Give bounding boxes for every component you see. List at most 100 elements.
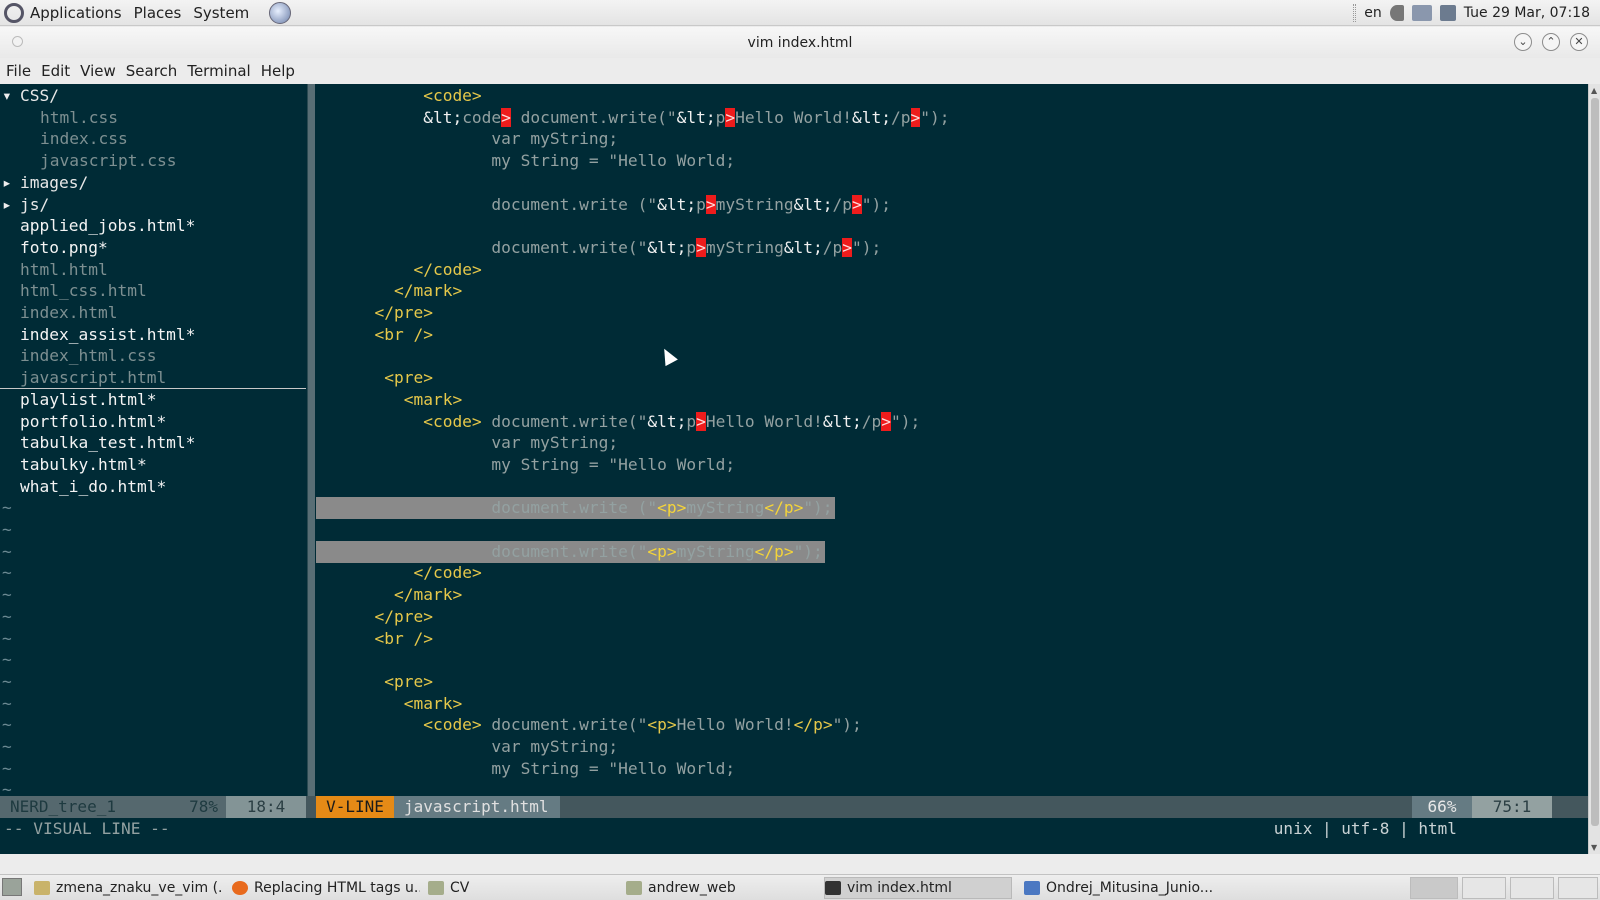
tree-file-item[interactable]: index_html.css (0, 345, 306, 367)
web-browser-launcher-icon[interactable] (269, 1, 292, 24)
html-tag-token: </mark> (393, 281, 463, 301)
battery-icon[interactable] (1439, 5, 1456, 21)
menu-help[interactable]: Help (261, 62, 295, 80)
code-line[interactable]: </code> (316, 562, 1588, 584)
code-line[interactable]: var myString; (316, 432, 1588, 454)
code-line[interactable]: <mark> (316, 389, 1588, 411)
workspace-1[interactable] (1410, 877, 1458, 899)
distro-logo-icon[interactable] (4, 2, 24, 23)
tree-file-item[interactable]: portfolio.html* (0, 411, 306, 433)
menu-search[interactable]: Search (126, 62, 178, 80)
menu-system[interactable]: System (193, 4, 249, 22)
code-line[interactable]: document.write ("&lt;p>myString&lt;/p>")… (316, 194, 1588, 216)
code-line[interactable]: &lt;code> document.write("&lt;p>Hello Wo… (316, 107, 1588, 129)
scroll-down-icon[interactable]: ▼ (1591, 843, 1597, 852)
tree-file-item[interactable]: html.html (0, 259, 306, 281)
tree-file-item[interactable]: tabulky.html* (0, 454, 306, 476)
code-line[interactable] (316, 215, 1588, 237)
workspace-4[interactable] (1558, 877, 1598, 899)
keyboard-layout-indicator[interactable]: en (1364, 5, 1382, 21)
show-desktop-icon[interactable] (2, 878, 22, 896)
tree-file-item[interactable]: html.css (0, 107, 306, 129)
task-item[interactable]: zmena_znaku_ve_vim (... (34, 877, 224, 899)
tree-file-item[interactable]: javascript.html (0, 367, 306, 390)
window-menu-icon[interactable] (12, 36, 23, 47)
menu-applications[interactable]: Applications (30, 4, 122, 22)
code-line[interactable]: document.write("&lt;p>myString&lt;/p>"); (316, 237, 1588, 259)
task-label: andrew_web (648, 880, 736, 896)
tree-folder-item[interactable]: ▾ CSS/ (0, 85, 306, 107)
tree-file-item[interactable]: index_assist.html* (0, 324, 306, 346)
task-item[interactable]: andrew_web (626, 877, 806, 899)
tree-file-item[interactable]: what_i_do.html* (0, 476, 306, 498)
tree-file-item[interactable]: foto.png* (0, 237, 306, 259)
code-line[interactable] (316, 649, 1588, 671)
close-icon[interactable]: ✕ (1570, 33, 1588, 51)
window-split-bar[interactable] (307, 84, 315, 796)
empty-line-marker: ~ (2, 585, 12, 605)
task-item-active[interactable]: vim index.html (824, 877, 1012, 899)
menu-edit[interactable]: Edit (41, 62, 70, 80)
tree-file-item[interactable]: index.css (0, 128, 306, 150)
tree-file-item[interactable]: javascript.css (0, 150, 306, 172)
code-line[interactable]: my String = "Hello World; (316, 150, 1588, 172)
window-titlebar[interactable]: vim index.html ⌄ ⌃ ✕ (0, 27, 1600, 58)
code-line[interactable]: <br /> (316, 628, 1588, 650)
task-item[interactable]: Replacing HTML tags u... (232, 877, 420, 899)
terminal-area[interactable]: ▾ CSS/html.css index.css javascript.css ▸ ima… (0, 84, 1588, 854)
code-line[interactable]: <mark> (316, 693, 1588, 715)
menu-file[interactable]: File (6, 62, 31, 80)
menu-terminal[interactable]: Terminal (187, 62, 250, 80)
tree-folder-item[interactable]: ▸ images/ (0, 172, 306, 194)
code-line[interactable]: <pre> (316, 367, 1588, 389)
code-line[interactable] (316, 172, 1588, 194)
network-icon[interactable] (1411, 5, 1432, 21)
tree-file-item[interactable]: index.html (0, 302, 306, 324)
minimize-icon[interactable]: ⌄ (1514, 33, 1532, 51)
code-line[interactable]: <code> document.write("&lt;p>Hello World… (316, 411, 1588, 433)
code-line[interactable]: my String = "Hello World; (316, 454, 1588, 476)
code-line[interactable]: <br /> (316, 324, 1588, 346)
code-line[interactable]: <code> (316, 85, 1588, 107)
code-line[interactable]: document.write ("<p>myString</p>"); (316, 497, 1588, 520)
tree-folder-item[interactable]: ▸ js/ (0, 194, 306, 216)
workspace-2[interactable] (1462, 877, 1506, 899)
code-line[interactable]: var myString; (316, 128, 1588, 150)
code-line[interactable]: </mark> (316, 280, 1588, 302)
code-line[interactable]: document.write("<p>myString</p>"); (316, 540, 1588, 563)
tree-file-item[interactable]: playlist.html* (0, 389, 306, 411)
menu-places[interactable]: Places (134, 4, 182, 22)
html-tag-token: </pre> (374, 606, 433, 626)
code-line[interactable] (316, 519, 1588, 541)
empty-line-marker: ~ (2, 650, 12, 670)
menu-view[interactable]: View (80, 62, 116, 80)
code-line[interactable] (316, 476, 1588, 498)
code-line[interactable]: </pre> (316, 302, 1588, 324)
volume-icon[interactable] (1389, 5, 1404, 21)
maximize-icon[interactable]: ⌃ (1542, 33, 1560, 51)
tree-file-item[interactable]: applied_jobs.html* (0, 215, 306, 237)
code-line[interactable]: var myString; (316, 736, 1588, 758)
clock[interactable]: Tue 29 Mar, 07:18 (1464, 5, 1590, 21)
scrollbar-thumb[interactable] (1591, 98, 1599, 826)
nerdtree-pane[interactable]: ▾ CSS/html.css index.css javascript.css ▸ ima… (0, 84, 306, 802)
code-line[interactable]: </pre> (316, 606, 1588, 628)
html-tag-token: <mark> (403, 389, 463, 409)
code-line[interactable]: <code> document.write("<p>Hello World!</… (316, 714, 1588, 736)
html-tag-token: </p> (754, 541, 794, 561)
entity-token: &lt; (423, 107, 463, 127)
scroll-up-icon[interactable]: ▲ (1591, 86, 1597, 95)
code-editor-pane[interactable]: <code> &lt;code> document.write("&lt;p>H… (316, 84, 1588, 796)
code-line[interactable] (316, 345, 1588, 367)
code-line[interactable]: </mark> (316, 584, 1588, 606)
task-item[interactable]: CV (428, 877, 608, 899)
tree-file-item[interactable]: tabulka_test.html* (0, 432, 306, 454)
vim-command-line[interactable]: -- VISUAL LINE -- (0, 818, 1588, 840)
code-line[interactable]: </code> (316, 259, 1588, 281)
code-line[interactable]: my String = "Hello World; (316, 758, 1588, 780)
tree-file-item[interactable]: html_css.html (0, 280, 306, 302)
code-line[interactable]: <pre> (316, 671, 1588, 693)
workspace-3[interactable] (1510, 877, 1554, 899)
terminal-scrollbar[interactable]: ▲ ▼ (1588, 84, 1600, 854)
task-item[interactable]: Ondrej_Mitusina_Junio... (1024, 877, 1214, 899)
